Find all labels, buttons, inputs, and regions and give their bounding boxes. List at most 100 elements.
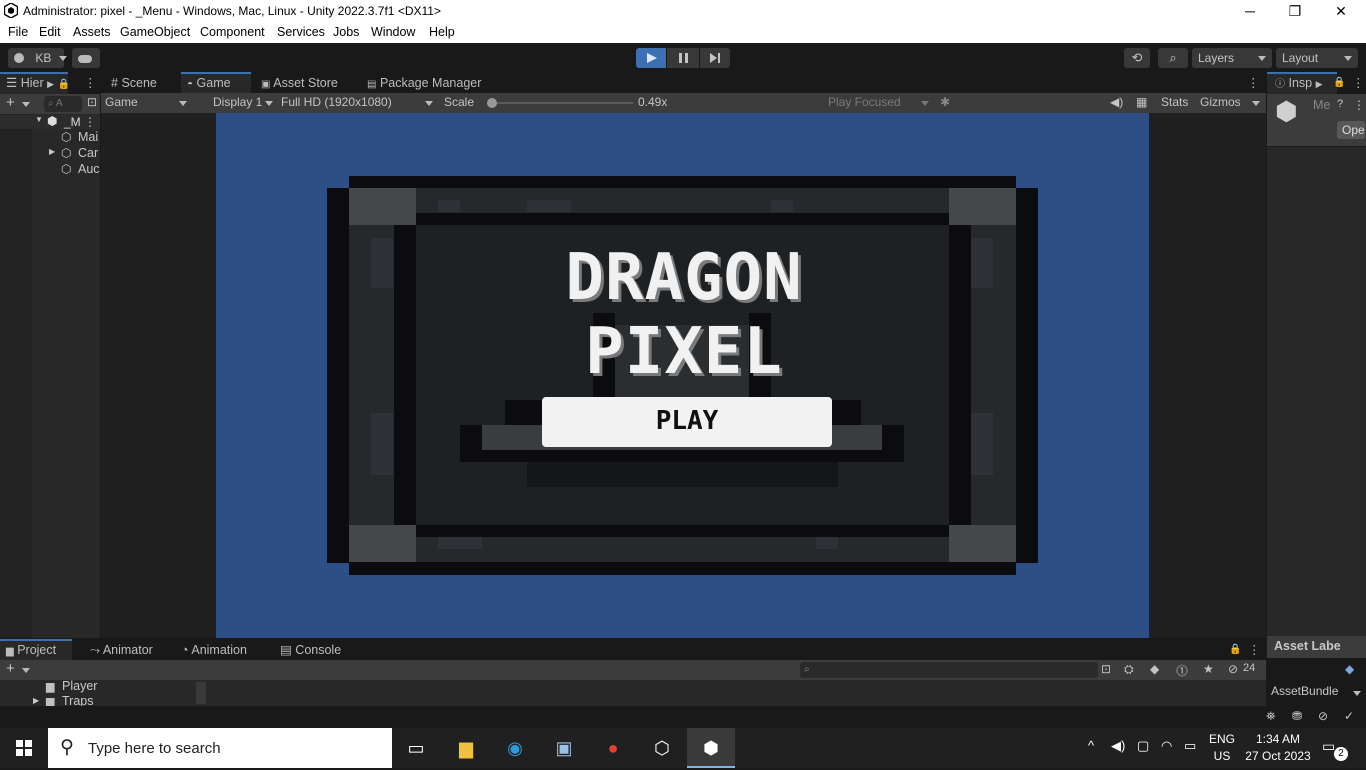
tab-asset-store[interactable]: ▣ Asset Store [261, 72, 359, 94]
help-icon[interactable]: ? [1337, 98, 1343, 110]
menu-services[interactable]: Services [277, 25, 325, 39]
open-button[interactable]: Open [1337, 121, 1365, 139]
unity-editor-icon[interactable]: ⬢ [687, 728, 735, 768]
display-dropdown[interactable]: Display 1 [213, 93, 275, 113]
list-item[interactable]: ▆ Player [0, 679, 196, 694]
tab-inspector[interactable]: ⓘ Insp ▶ [1267, 72, 1337, 94]
add-button[interactable]: + [6, 660, 15, 677]
meet-now-icon[interactable]: ▢ [1137, 738, 1149, 754]
remote-desktop-icon[interactable]: ▣ [540, 728, 588, 768]
layers-label: Layers [1198, 51, 1235, 65]
scale-slider[interactable] [487, 98, 633, 108]
lock-icon[interactable]: 🔒 [1229, 639, 1241, 661]
tab-package-manager[interactable]: ▤ Package Manager [367, 72, 497, 94]
hidden-eye-icon[interactable]: ⊘ [1228, 662, 1238, 676]
tab-animation[interactable]: ◔ Animation [181, 639, 271, 661]
settings-icon[interactable]: ⋮ [1353, 98, 1365, 112]
project-search-input[interactable]: ⌕ [800, 662, 1098, 678]
tag-icon[interactable]: ◆ [1345, 662, 1354, 676]
add-button[interactable]: + [6, 94, 15, 111]
menu-window[interactable]: Window [371, 25, 415, 39]
more-options-icon[interactable]: ⋮ [84, 72, 97, 94]
chrome-icon[interactable]: ● [589, 728, 637, 768]
scrollbar[interactable] [196, 682, 206, 704]
wifi-icon[interactable]: ◠ [1161, 738, 1172, 754]
clock[interactable]: 1:34 AM 27 Oct 2023 [1242, 731, 1314, 767]
lock-icon[interactable]: 🔒 [1333, 72, 1345, 94]
battery-icon[interactable]: ▭ [1184, 738, 1196, 754]
folder-label: Player [62, 679, 98, 693]
tab-game[interactable]: ◓ Game [181, 72, 251, 94]
play-button[interactable] [636, 48, 666, 68]
scene-row[interactable]: ▼ ⬢ _M ⋮ [0, 114, 100, 129]
unity-hub-icon[interactable]: ⬡ [638, 728, 686, 768]
tab-console[interactable]: ▤ Console [280, 639, 360, 661]
menu-assets[interactable]: Assets [73, 25, 111, 39]
restore-button[interactable]: ❐ [1272, 0, 1318, 22]
hierarchy-search-input[interactable]: ⌕ A [44, 96, 82, 112]
play-focused-dropdown[interactable]: Play Focused [823, 93, 935, 113]
more-options-icon[interactable]: ⋮ [1248, 639, 1261, 661]
search-options-icon[interactable]: ⊡ [87, 95, 97, 109]
file-explorer-icon[interactable]: ▆ [442, 728, 490, 768]
grid-icon[interactable]: ▦ [1136, 95, 1147, 109]
assetbundle-dropdown[interactable]: AssetBundle [1271, 684, 1351, 700]
debug-icon[interactable]: ⊘ [1318, 709, 1328, 723]
scale-slider-thumb[interactable] [487, 98, 497, 108]
cloud-button[interactable] [72, 48, 100, 68]
stats-button[interactable]: Stats [1161, 95, 1188, 109]
scale-value: 0.49x [638, 95, 668, 109]
tab-animator[interactable]: ⤳ Animator [90, 639, 170, 661]
tag-icon[interactable]: ◆ [1150, 662, 1159, 676]
filter-by-type-icon[interactable]: ⊡ [1101, 662, 1111, 676]
layout-dropdown[interactable]: Layout [1276, 48, 1358, 68]
chevron-up-icon[interactable]: ^ [1088, 738, 1094, 753]
resolution-dropdown[interactable]: Full HD (1920x1080) [281, 93, 436, 113]
minimize-button[interactable]: ─ [1227, 0, 1273, 22]
list-item[interactable]: ⬡ Auc [0, 162, 100, 178]
menu-gameobject[interactable]: GameObject [120, 25, 190, 39]
menu-help[interactable]: Help [429, 25, 455, 39]
bug-icon[interactable]: ✱ [940, 95, 950, 109]
task-view-icon[interactable]: ▭ [392, 728, 440, 768]
search-button[interactable]: ⌕ [1158, 48, 1188, 68]
windows-start-button[interactable] [0, 728, 48, 768]
check-icon[interactable]: ✓ [1344, 709, 1354, 723]
history-button[interactable]: ⟲ [1124, 48, 1150, 68]
more-options-icon[interactable]: ⋮ [1247, 72, 1260, 94]
chevron-down-icon [265, 101, 273, 106]
list-item[interactable]: ⬡ Mai [0, 130, 100, 146]
network-icon[interactable]: ⛃ [1292, 709, 1302, 723]
game-mode-dropdown[interactable]: Game [104, 93, 190, 113]
warning-icon[interactable]: ⓵ [1176, 662, 1188, 679]
language-label: ENG [1208, 732, 1235, 746]
account-dropdown[interactable]: KB [8, 48, 67, 68]
language-indicator[interactable]: ENG US [1204, 731, 1240, 767]
edge-icon[interactable]: ◉ [491, 728, 539, 768]
layers-dropdown[interactable]: Layers [1192, 48, 1272, 68]
menu-jobs[interactable]: Jobs [333, 25, 359, 39]
tab-project[interactable]: ▆ Project [0, 639, 72, 661]
play-game-button[interactable]: PLAY [542, 397, 832, 447]
list-item[interactable]: ▶ ⬡ Car [0, 146, 100, 162]
taskbar-search-input[interactable]: ⚲ Type here to search [48, 728, 392, 768]
gizmos-button[interactable]: Gizmos [1200, 95, 1241, 109]
menu-component[interactable]: Component [200, 25, 265, 39]
chevron-right-icon: ▶ [47, 79, 55, 89]
step-button[interactable] [700, 48, 730, 68]
tab-scene[interactable]: # Scene [109, 72, 177, 94]
progress-icon[interactable]: ⛯ [1266, 709, 1276, 724]
menu-edit[interactable]: Edit [39, 25, 61, 39]
menu-file[interactable]: File [8, 25, 28, 39]
more-options-icon[interactable]: ⋮ [84, 115, 96, 129]
speaker-icon[interactable]: ◀) [1110, 95, 1123, 109]
pause-button[interactable] [667, 48, 699, 68]
chevron-down-icon[interactable] [1252, 101, 1260, 106]
more-options-icon[interactable]: ⋮ [1352, 72, 1365, 94]
close-button[interactable]: ✕ [1318, 0, 1364, 22]
star-icon[interactable]: ★ [1203, 662, 1214, 676]
game-viewport[interactable]: DRAGON PIXEL PLAY [216, 113, 1149, 638]
tab-hierarchy[interactable]: ☰ Hier ▶ 🔒 [0, 72, 70, 94]
volume-icon[interactable]: ◀) [1111, 738, 1125, 754]
filter-by-label-icon[interactable]: ⛭ [1124, 662, 1134, 677]
